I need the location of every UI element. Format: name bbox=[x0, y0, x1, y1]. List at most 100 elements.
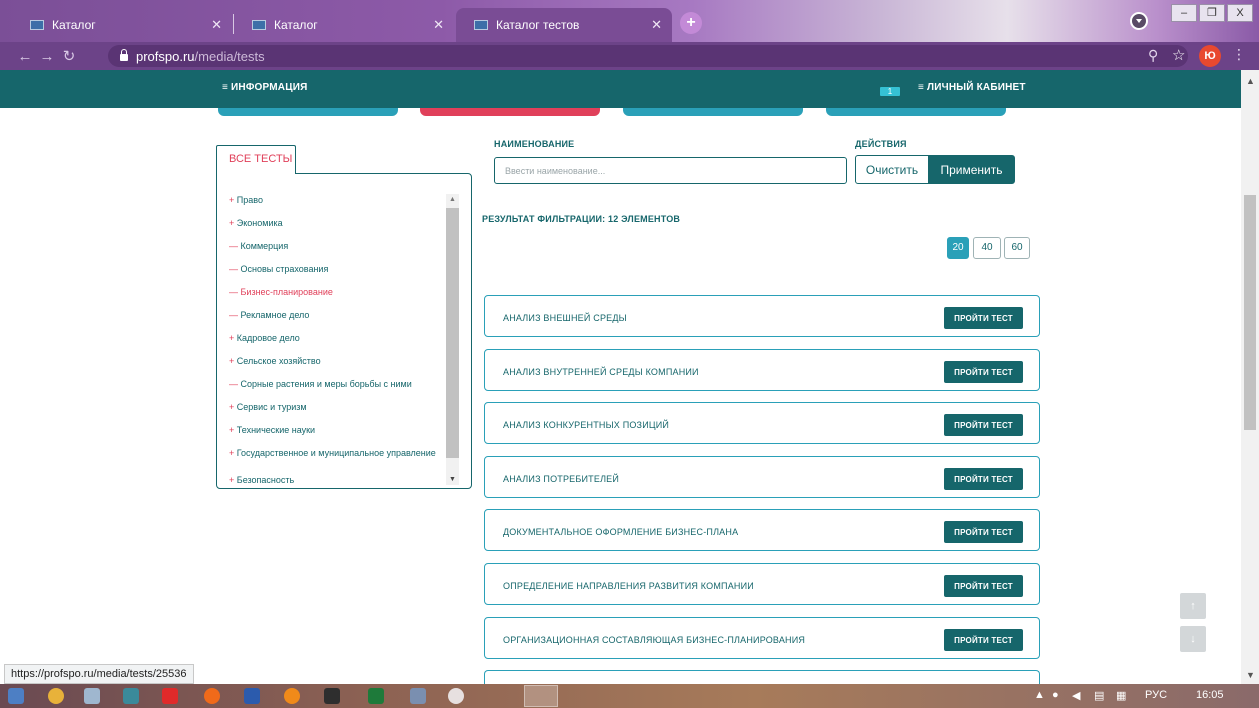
network-icon[interactable]: ▤ bbox=[1094, 689, 1104, 702]
chrome-taskbar-active[interactable] bbox=[524, 685, 558, 707]
category-item[interactable]: + Кадровое дело bbox=[229, 332, 439, 355]
site-nav-bar: ≡ ИНФОРМАЦИЯ 1 ≡ ЛИЧНЫЙ КАБИНЕТ bbox=[0, 70, 1241, 108]
apply-button[interactable]: Применить bbox=[928, 155, 1015, 184]
category-item[interactable]: + Сельское хозяйство bbox=[229, 355, 439, 378]
nav-tab-edge[interactable] bbox=[826, 108, 1006, 116]
test-title: АНАЛИЗ ВНУТРЕННЕЙ СРЕДЫ КОМПАНИИ bbox=[503, 367, 699, 377]
maximize-button[interactable]: ❐ bbox=[1199, 4, 1225, 22]
page-scrollbar[interactable]: ▲ ▼ bbox=[1241, 70, 1259, 684]
browser-tab[interactable]: Каталог ✕ bbox=[234, 8, 454, 42]
browser-tab-active[interactable]: Каталог тестов ✕ bbox=[456, 8, 672, 42]
tray-app-icon[interactable]: ● bbox=[1052, 689, 1059, 701]
bookmark-star-icon[interactable]: ☆ bbox=[1172, 46, 1185, 64]
close-window-button[interactable]: X bbox=[1227, 4, 1253, 22]
minimize-button[interactable]: – bbox=[1171, 4, 1197, 22]
take-test-button[interactable]: ПРОЙТИ ТЕСТ bbox=[944, 521, 1023, 543]
take-test-button[interactable]: ПРОЙТИ ТЕСТ bbox=[944, 307, 1023, 329]
personal-cabinet-menu[interactable]: ≡ ЛИЧНЫЙ КАБИНЕТ bbox=[918, 82, 1026, 93]
window-controls: – ❐ X bbox=[1171, 4, 1253, 22]
zoom-icon[interactable]: ⚲ bbox=[1148, 47, 1158, 64]
scroll-top-button[interactable]: ↑ bbox=[1180, 593, 1206, 619]
category-item[interactable]: + Право bbox=[229, 194, 439, 217]
per-page-40[interactable]: 40 bbox=[973, 237, 1001, 259]
language-indicator[interactable]: РУС bbox=[1145, 689, 1167, 701]
chrome-profile-icon[interactable] bbox=[1130, 12, 1148, 30]
tab-close-icon[interactable]: ✕ bbox=[651, 17, 662, 33]
category-panel: + Право + Экономика — Коммерция — Основы… bbox=[216, 173, 472, 489]
notification-badge[interactable]: 1 bbox=[880, 87, 900, 96]
category-item-active[interactable]: — Бизнес-планирование bbox=[229, 286, 439, 309]
test-title: АНАЛИЗ ПОТРЕБИТЕЛЕЙ bbox=[503, 474, 620, 484]
test-card: АНАЛИЗ ВНЕШНЕЙ СРЕДЫ ПРОЙТИ ТЕСТ bbox=[484, 295, 1040, 337]
page-scrollbar-thumb[interactable] bbox=[1244, 195, 1256, 430]
name-search-input[interactable] bbox=[494, 157, 847, 184]
scroll-up-arrow-icon[interactable]: ▲ bbox=[449, 196, 456, 203]
filter-result-text: РЕЗУЛЬТАТ ФИЛЬТРАЦИИ: 12 ЭЛЕМЕНТОВ bbox=[482, 214, 681, 224]
category-scrollbar-thumb[interactable] bbox=[446, 208, 459, 458]
info-menu[interactable]: ≡ ИНФОРМАЦИЯ bbox=[222, 82, 308, 93]
test-title: АНАЛИЗ ВНЕШНЕЙ СРЕДЫ bbox=[503, 313, 627, 323]
test-title: ОПРЕДЕЛЕНИЕ НАПРАВЛЕНИЯ РАЗВИТИЯ КОМПАНИ… bbox=[503, 581, 754, 591]
yandex-icon[interactable] bbox=[162, 688, 178, 704]
tray-arrow-icon[interactable]: ▲ bbox=[1034, 689, 1045, 701]
forward-icon[interactable]: → bbox=[36, 48, 58, 65]
category-item[interactable]: + Государственное и муниципальное управл… bbox=[229, 447, 439, 474]
url-host: profspo.ru bbox=[136, 48, 195, 64]
category-item[interactable]: — Коммерция bbox=[229, 240, 439, 263]
all-tests-tab[interactable]: ВСЕ ТЕСТЫ bbox=[216, 145, 296, 174]
volume-icon[interactable]: ◀ bbox=[1072, 689, 1080, 702]
app-icon[interactable] bbox=[410, 688, 426, 704]
link-status-url: https://profspo.ru/media/tests/25536 bbox=[4, 664, 194, 684]
url-field[interactable]: profspo.ru/media/tests bbox=[108, 45, 1188, 67]
category-item[interactable]: — Рекламное дело bbox=[229, 309, 439, 332]
nav-tab-edge[interactable] bbox=[218, 108, 398, 116]
start-icon[interactable] bbox=[8, 688, 24, 704]
new-tab-button[interactable]: + bbox=[680, 12, 702, 34]
scroll-down-arrow-icon[interactable]: ▼ bbox=[1246, 670, 1255, 680]
app-icon[interactable] bbox=[324, 688, 340, 704]
category-item[interactable]: + Безопасность bbox=[229, 474, 439, 497]
battery-icon[interactable]: ▦ bbox=[1116, 689, 1126, 702]
category-item[interactable]: — Сорные растения и меры борьбы с ними bbox=[229, 378, 439, 401]
nav-tab-edge[interactable] bbox=[420, 108, 600, 116]
category-scrollbar[interactable]: ▲ ▼ bbox=[446, 194, 459, 485]
take-test-button[interactable]: ПРОЙТИ ТЕСТ bbox=[944, 575, 1023, 597]
clear-button[interactable]: Очистить bbox=[855, 155, 929, 184]
firefox-icon[interactable] bbox=[284, 688, 300, 704]
excel-icon[interactable] bbox=[368, 688, 384, 704]
per-page-60[interactable]: 60 bbox=[1004, 237, 1030, 259]
take-test-button[interactable]: ПРОЙТИ ТЕСТ bbox=[944, 414, 1023, 436]
url-path: /media/tests bbox=[194, 48, 265, 64]
take-test-button[interactable]: ПРОЙТИ ТЕСТ bbox=[944, 629, 1023, 651]
scroll-up-arrow-icon[interactable]: ▲ bbox=[1246, 76, 1255, 86]
category-item[interactable]: + Сервис и туризм bbox=[229, 401, 439, 424]
tab-close-icon[interactable]: ✕ bbox=[211, 17, 222, 33]
scroll-down-arrow-icon[interactable]: ▼ bbox=[449, 476, 456, 483]
category-item[interactable]: + Технические науки bbox=[229, 424, 439, 447]
calculator-icon[interactable] bbox=[84, 688, 100, 704]
tab-favicon-icon bbox=[252, 20, 266, 30]
per-page-20[interactable]: 20 bbox=[947, 237, 969, 259]
back-icon[interactable]: ← bbox=[14, 48, 36, 65]
yandex-browser-icon[interactable] bbox=[448, 688, 464, 704]
chrome-taskbar-icon[interactable] bbox=[48, 688, 64, 704]
take-test-button[interactable]: ПРОЙТИ ТЕСТ bbox=[944, 361, 1023, 383]
tab-title: Каталог тестов bbox=[496, 18, 580, 32]
avatar[interactable]: Ю bbox=[1199, 45, 1221, 67]
scroll-bottom-button[interactable]: ↓ bbox=[1180, 626, 1206, 652]
category-item[interactable]: + Экономика bbox=[229, 217, 439, 240]
settings-taskbar-icon[interactable] bbox=[123, 688, 139, 704]
chrome-menu-icon[interactable]: ⋮ bbox=[1232, 46, 1246, 63]
category-item[interactable]: — Основы страхования bbox=[229, 263, 439, 286]
browser-tab[interactable]: Каталог ✕ bbox=[12, 8, 232, 42]
actions-label: ДЕЙСТВИЯ bbox=[855, 139, 907, 149]
take-test-button[interactable]: ПРОЙТИ ТЕСТ bbox=[944, 468, 1023, 490]
tab-close-icon[interactable]: ✕ bbox=[433, 17, 444, 33]
app-icon[interactable] bbox=[204, 688, 220, 704]
clock[interactable]: 16:05 bbox=[1196, 689, 1224, 701]
word-icon[interactable] bbox=[244, 688, 260, 704]
test-title: ОРГАНИЗАЦИОННАЯ СОСТАВЛЯЮЩАЯ БИЗНЕС-ПЛАН… bbox=[503, 635, 806, 645]
test-title: ДОКУМЕНТАЛЬНОЕ ОФОРМЛЕНИЕ БИЗНЕС-ПЛАНА bbox=[503, 527, 739, 537]
nav-tab-edge[interactable] bbox=[623, 108, 803, 116]
reload-icon[interactable]: ↻ bbox=[58, 47, 80, 65]
